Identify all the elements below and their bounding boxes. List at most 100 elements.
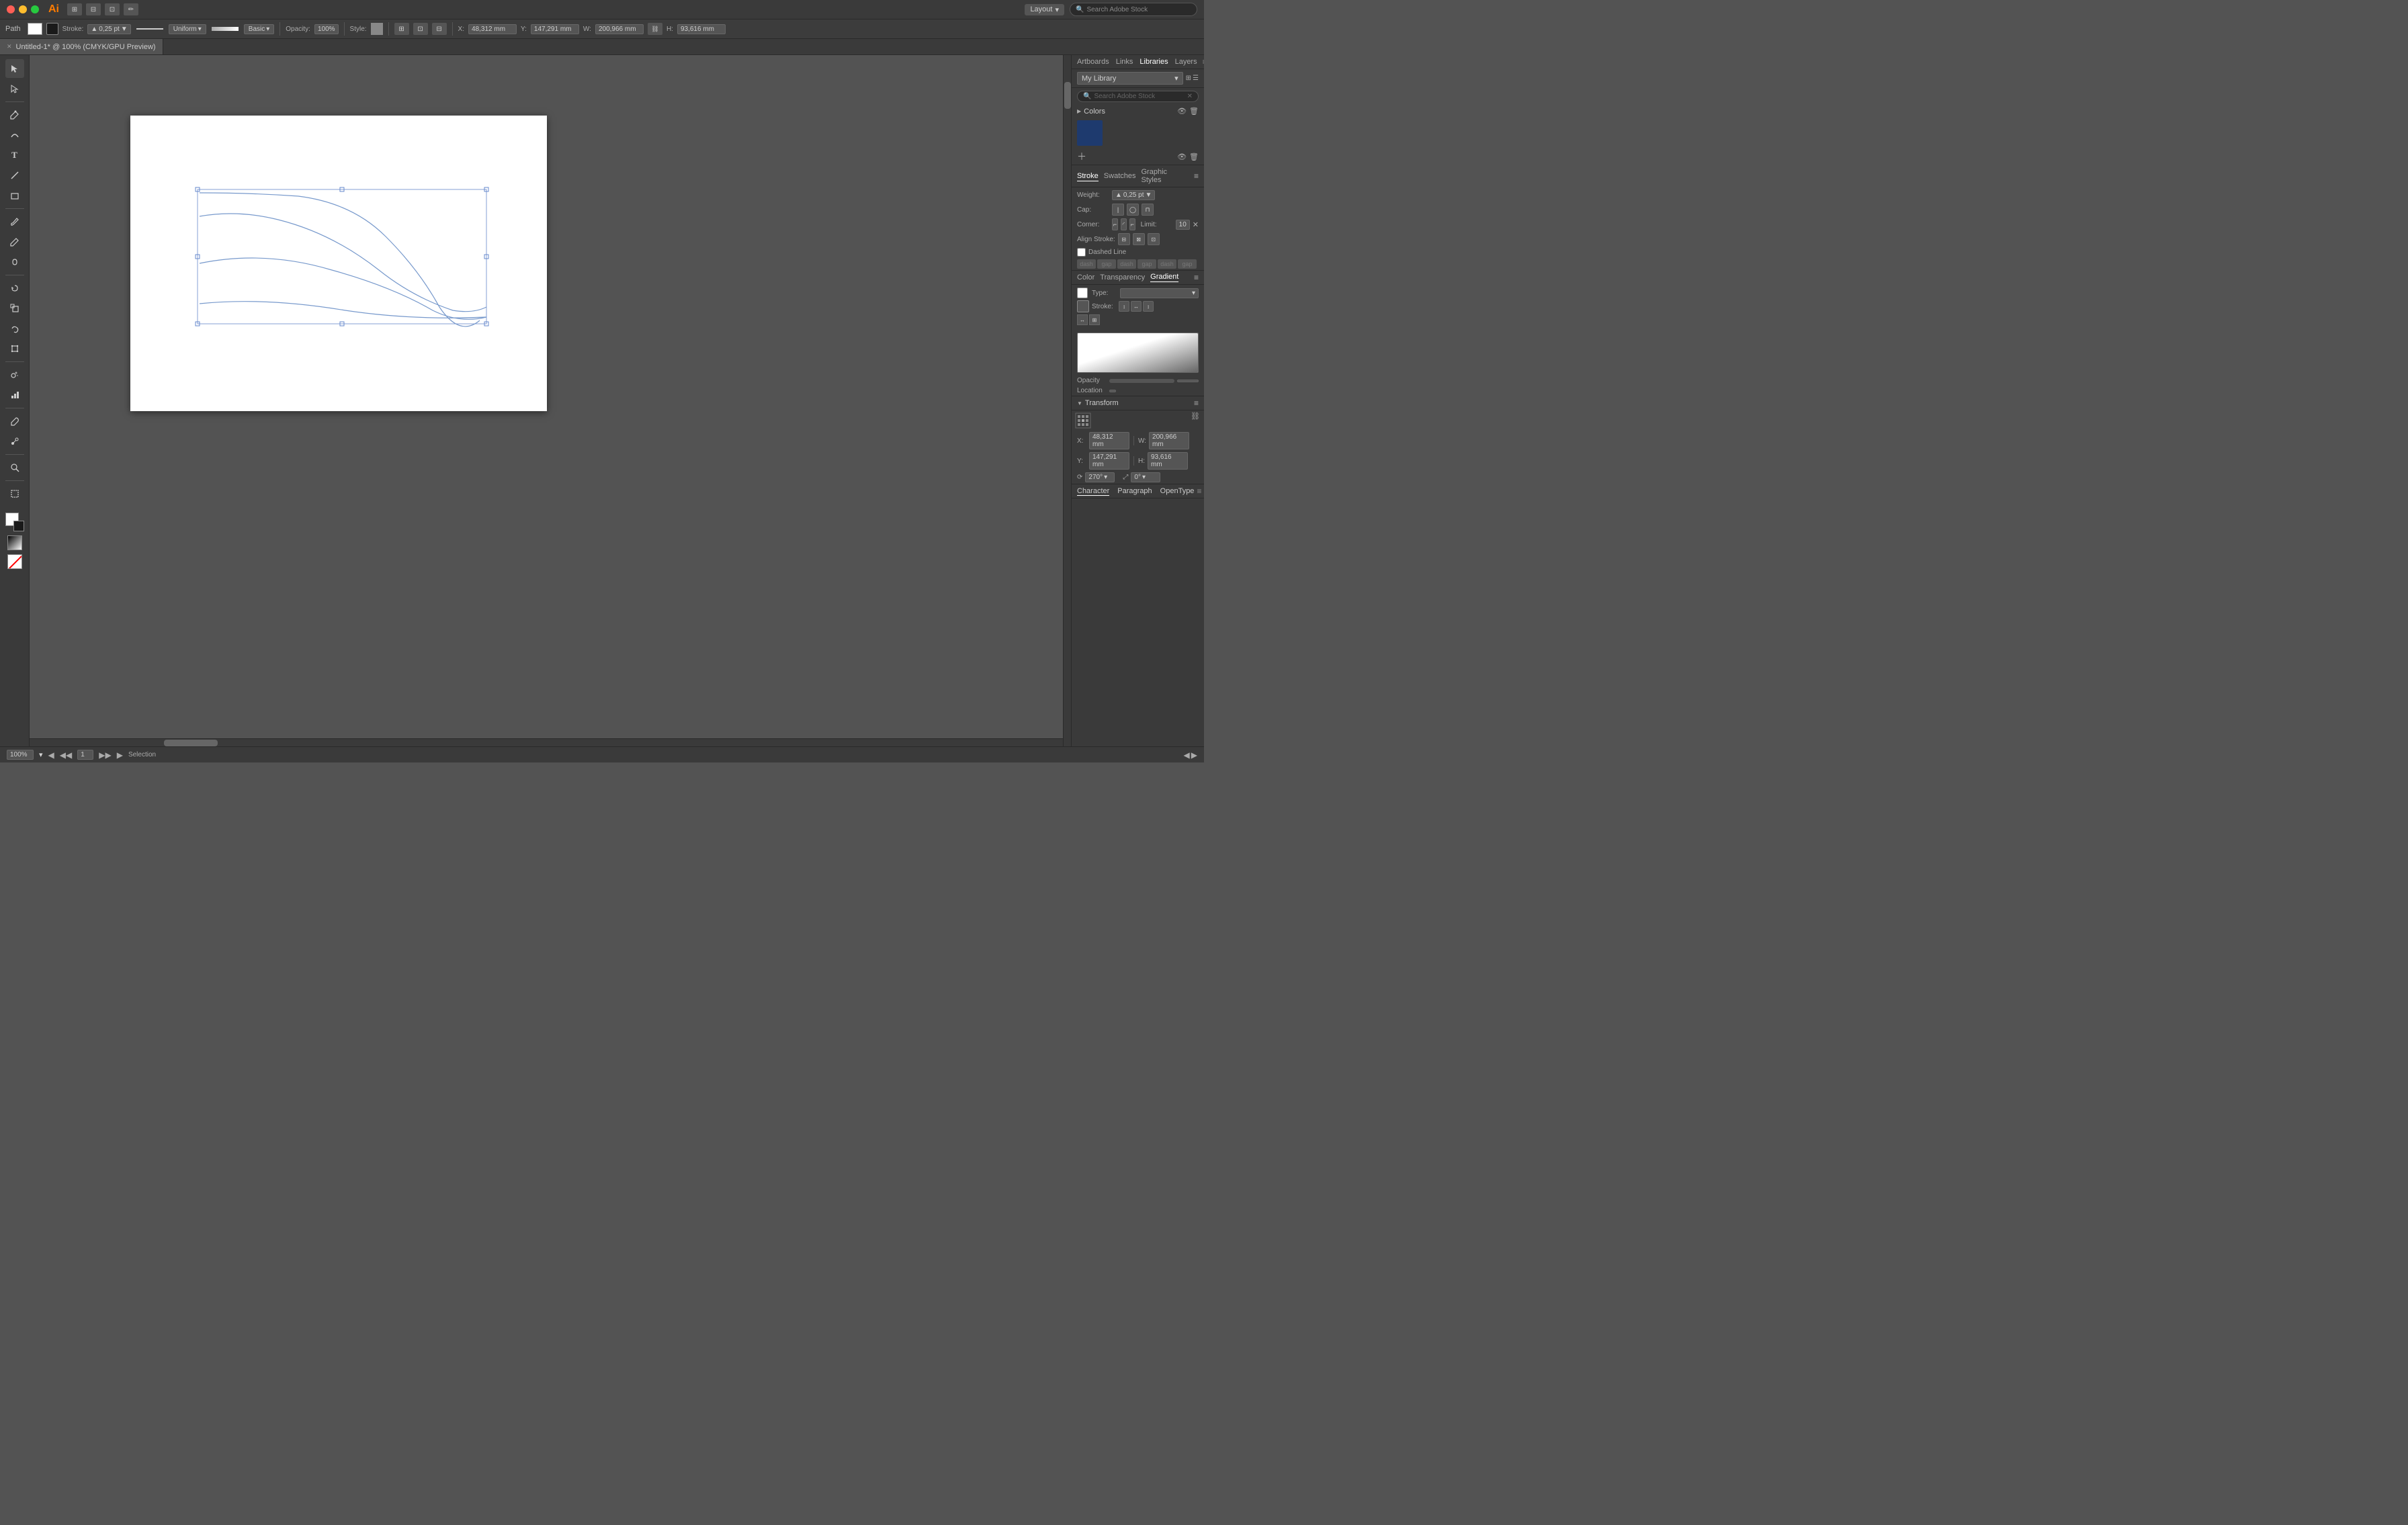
limit-close-icon[interactable]: ✕ xyxy=(1193,220,1199,229)
stroke-weight-input[interactable]: ▲ 0,25 pt ▼ xyxy=(87,24,130,34)
eyedropper-tool[interactable] xyxy=(5,412,24,431)
hscroll-thumb[interactable] xyxy=(164,740,218,746)
vscroll-thumb[interactable] xyxy=(1064,82,1071,109)
zoom-field[interactable]: 100% xyxy=(7,750,34,760)
rotate-tool[interactable] xyxy=(5,279,24,298)
close-button[interactable] xyxy=(7,5,15,13)
workspace-icon[interactable]: ⊟ xyxy=(86,3,101,15)
arrange-icon[interactable]: ⊞ xyxy=(67,3,82,15)
zoom-chevron-icon[interactable]: ▾ xyxy=(39,750,43,759)
transform-h-field[interactable]: 93,616 mm xyxy=(1148,452,1188,470)
w-field[interactable]: 200,966 mm xyxy=(595,24,644,34)
align-outside-button[interactable]: ⊡ xyxy=(1148,233,1160,245)
opacity-slider[interactable] xyxy=(1109,379,1174,383)
round-cap-button[interactable]: ◯ xyxy=(1127,204,1139,216)
fill-box[interactable] xyxy=(28,23,42,35)
align-icon[interactable]: ⊞ xyxy=(394,23,409,35)
character-menu-icon[interactable]: ≡ xyxy=(1197,486,1201,496)
page-field[interactable]: 1 xyxy=(77,750,93,760)
last-artboard-btn[interactable]: ▶▶ xyxy=(99,750,111,760)
paragraph-tab[interactable]: Paragraph xyxy=(1117,487,1152,495)
reverse-gradient-btn[interactable]: ↔ xyxy=(1077,314,1088,325)
butt-cap-button[interactable]: | xyxy=(1112,204,1124,216)
style-preview[interactable] xyxy=(371,23,383,35)
opentype-tab[interactable]: OpenType xyxy=(1160,487,1195,495)
color-tab[interactable]: Color xyxy=(1077,273,1094,281)
blob-brush-tool[interactable] xyxy=(5,253,24,271)
stroke-within-btn[interactable]: ↕ xyxy=(1119,301,1129,312)
gradient-type-dropdown[interactable]: ▾ xyxy=(1120,288,1199,298)
round-corner-button[interactable]: ◜ xyxy=(1121,218,1127,230)
gradient-box[interactable] xyxy=(7,535,22,550)
colors-eye-icon[interactable]: 👁 xyxy=(1177,107,1187,116)
library-eye-icon[interactable]: 👁 xyxy=(1177,152,1187,161)
first-artboard-btn[interactable]: ◀◀ xyxy=(60,750,72,760)
library-trash-icon[interactable]: 🗑 xyxy=(1189,152,1199,161)
curvature-tool[interactable] xyxy=(5,126,24,144)
transform-menu-icon[interactable]: ≡ xyxy=(1194,398,1199,408)
bevel-corner-button[interactable]: ⌐ xyxy=(1129,218,1135,230)
shear-field[interactable]: 0° ▾ xyxy=(1131,472,1160,482)
x-field[interactable]: 48,312 mm xyxy=(468,24,517,34)
transform-header[interactable]: ▼ Transform ≡ xyxy=(1072,396,1204,410)
fill-icon[interactable] xyxy=(46,23,58,35)
tab-close-icon[interactable]: ✕ xyxy=(7,43,12,50)
pen-tool[interactable] xyxy=(5,105,24,124)
align-inside-button[interactable]: ⊠ xyxy=(1133,233,1145,245)
library-dropdown[interactable]: My Library ▾ xyxy=(1077,72,1183,85)
zoom-tool[interactable] xyxy=(5,458,24,477)
warp-tool[interactable] xyxy=(5,319,24,338)
gradient-dark-swatch[interactable] xyxy=(1077,300,1089,312)
fullscreen-button[interactable] xyxy=(31,5,39,13)
blend-tool[interactable] xyxy=(5,432,24,451)
projecting-cap-button[interactable]: ⊓ xyxy=(1142,204,1154,216)
prev-artboard-btn[interactable]: ◀ xyxy=(48,750,54,760)
canvas-hscroll[interactable] xyxy=(30,738,1063,746)
gap-field-2[interactable]: gap xyxy=(1137,259,1156,269)
paintbrush-tool[interactable] xyxy=(5,212,24,231)
rotation-field[interactable]: 270° ▾ xyxy=(1085,472,1115,482)
transparency-tab[interactable]: Transparency xyxy=(1100,273,1145,281)
list-view-icon[interactable]: ☰ xyxy=(1193,75,1199,82)
h-field[interactable]: 93,616 mm xyxy=(677,24,726,34)
window-controls[interactable] xyxy=(7,5,39,13)
colors-expand-icon[interactable]: ▶ xyxy=(1077,108,1081,114)
scale-tool[interactable] xyxy=(5,299,24,318)
location-value[interactable] xyxy=(1109,390,1116,392)
document-tab[interactable]: ✕ Untitled-1* @ 100% (CMYK/GPU Preview) xyxy=(0,39,163,54)
links-tab[interactable]: Links xyxy=(1115,57,1135,67)
search-library[interactable]: 🔍 Search Adobe Stock ✕ xyxy=(1077,91,1199,102)
gradient-bar[interactable] xyxy=(1077,333,1199,373)
art-left-icon[interactable]: ◀ xyxy=(1184,750,1190,760)
stroke-along-btn[interactable]: ↔ xyxy=(1131,301,1142,312)
dash-field-1[interactable]: dash xyxy=(1077,259,1096,269)
pencil-tool[interactable] xyxy=(5,232,24,251)
stroke-type-dropdown[interactable]: Uniform ▾ xyxy=(169,24,206,34)
opacity-value-field[interactable] xyxy=(1177,380,1199,382)
direct-selection-tool[interactable] xyxy=(5,79,24,98)
stroke-profile-dropdown[interactable]: Basic ▾ xyxy=(244,24,274,34)
stroke-across-btn[interactable]: ↕ xyxy=(1143,301,1154,312)
transform-x-field[interactable]: 48,312 mm xyxy=(1089,432,1129,449)
colors-delete-icon[interactable]: 🗑 xyxy=(1189,107,1199,116)
artboards-tab[interactable]: Artboards xyxy=(1076,57,1111,67)
transform-icon[interactable]: ⊡ xyxy=(413,23,428,35)
graphic-styles-tab[interactable]: Graphic Styles xyxy=(1142,167,1189,185)
add-to-library-icon[interactable]: ＋ xyxy=(1077,150,1086,163)
graph-tool[interactable] xyxy=(5,386,24,404)
gradient-white-swatch[interactable] xyxy=(1077,288,1088,298)
transform-reference-icon[interactable] xyxy=(1074,412,1092,429)
none-box[interactable] xyxy=(7,554,22,569)
opacity-input[interactable]: 100% xyxy=(314,24,339,34)
dashed-line-checkbox[interactable] xyxy=(1077,248,1086,257)
gap-field-3[interactable]: gap xyxy=(1178,259,1197,269)
layers-tab[interactable]: Layers xyxy=(1174,57,1199,67)
gap-field-1[interactable]: gap xyxy=(1097,259,1116,269)
transform-y-field[interactable]: 147,291 mm xyxy=(1089,452,1129,470)
canvas-vscroll[interactable] xyxy=(1063,55,1071,746)
layout-icon[interactable]: ⊡ xyxy=(105,3,120,15)
line-tool[interactable] xyxy=(5,166,24,185)
constrain-proportions-icon[interactable]: ⛓ xyxy=(1191,412,1200,429)
rect-tool[interactable] xyxy=(5,186,24,205)
artboard-tool[interactable] xyxy=(5,484,24,503)
